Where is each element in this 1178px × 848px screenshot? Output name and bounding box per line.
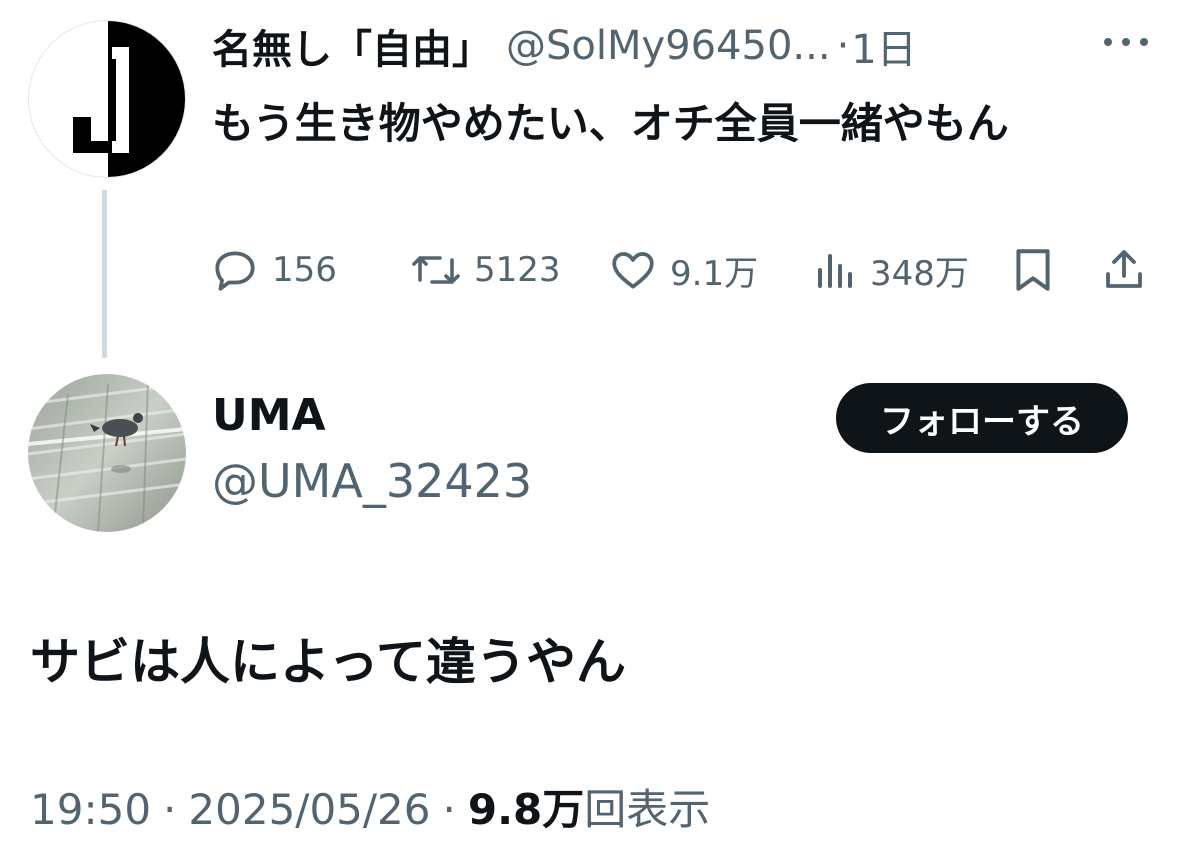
parent-handle[interactable]: @SolMy96450... [506, 23, 831, 69]
views-button[interactable]: 348万 [814, 240, 969, 300]
reply-time[interactable]: 19:50 [30, 785, 151, 834]
reply-count: 156 [272, 250, 337, 290]
thread-line [102, 190, 107, 358]
pigeon-photo-avatar [28, 374, 186, 532]
repost-button[interactable]: 5123 [410, 240, 561, 300]
bookmark-icon [1016, 249, 1050, 291]
views-count: 348万 [870, 253, 969, 294]
like-count: 9.1万 [670, 253, 759, 294]
like-button[interactable]: 9.1万 [608, 240, 758, 300]
parent-tweet-header: 名無し「自由」 @SolMy96450... · 1日 [212, 16, 917, 76]
avatar-parent[interactable] [28, 20, 186, 178]
tweet-meta: 19:50 · 2025/05/26 · 9.8万 回表示 [30, 776, 710, 837]
follow-button[interactable]: フォローする [836, 383, 1128, 453]
avatar-logo-icon [73, 21, 185, 177]
reply-view-label: 回表示 [584, 785, 711, 834]
like-icon [612, 252, 654, 289]
share-button[interactable] [1100, 240, 1148, 300]
meta-separator: · [442, 785, 456, 834]
views-icon [818, 254, 852, 288]
avatar-reply[interactable] [28, 374, 186, 532]
reply-display-name[interactable]: UMA [212, 390, 326, 441]
repost-icon [412, 256, 460, 284]
meta-separator: · [163, 785, 177, 834]
repost-count: 5123 [474, 250, 561, 290]
reply-view-count: 9.8万 [467, 785, 585, 834]
reply-icon [215, 251, 255, 291]
header-separator: · [836, 23, 850, 69]
reply-handle[interactable]: @UMA_32423 [212, 454, 532, 508]
parent-timestamp[interactable]: 1日 [851, 17, 916, 75]
parent-display-name[interactable]: 名無し「自由」 [212, 17, 492, 75]
reply-date[interactable]: 2025/05/26 [188, 785, 430, 834]
more-icon[interactable] [1104, 24, 1148, 60]
parent-tweet-text: もう生き物やめたい、オチ全員一緒やもん [212, 99, 1009, 148]
reply-tweet-text: サビは人によって違うやん [30, 633, 626, 691]
reply-button[interactable]: 156 [210, 240, 337, 300]
bookmark-button[interactable] [1010, 240, 1056, 300]
share-icon [1106, 250, 1142, 288]
action-bar: 156 5123 9.1万 348万 [210, 240, 1150, 300]
